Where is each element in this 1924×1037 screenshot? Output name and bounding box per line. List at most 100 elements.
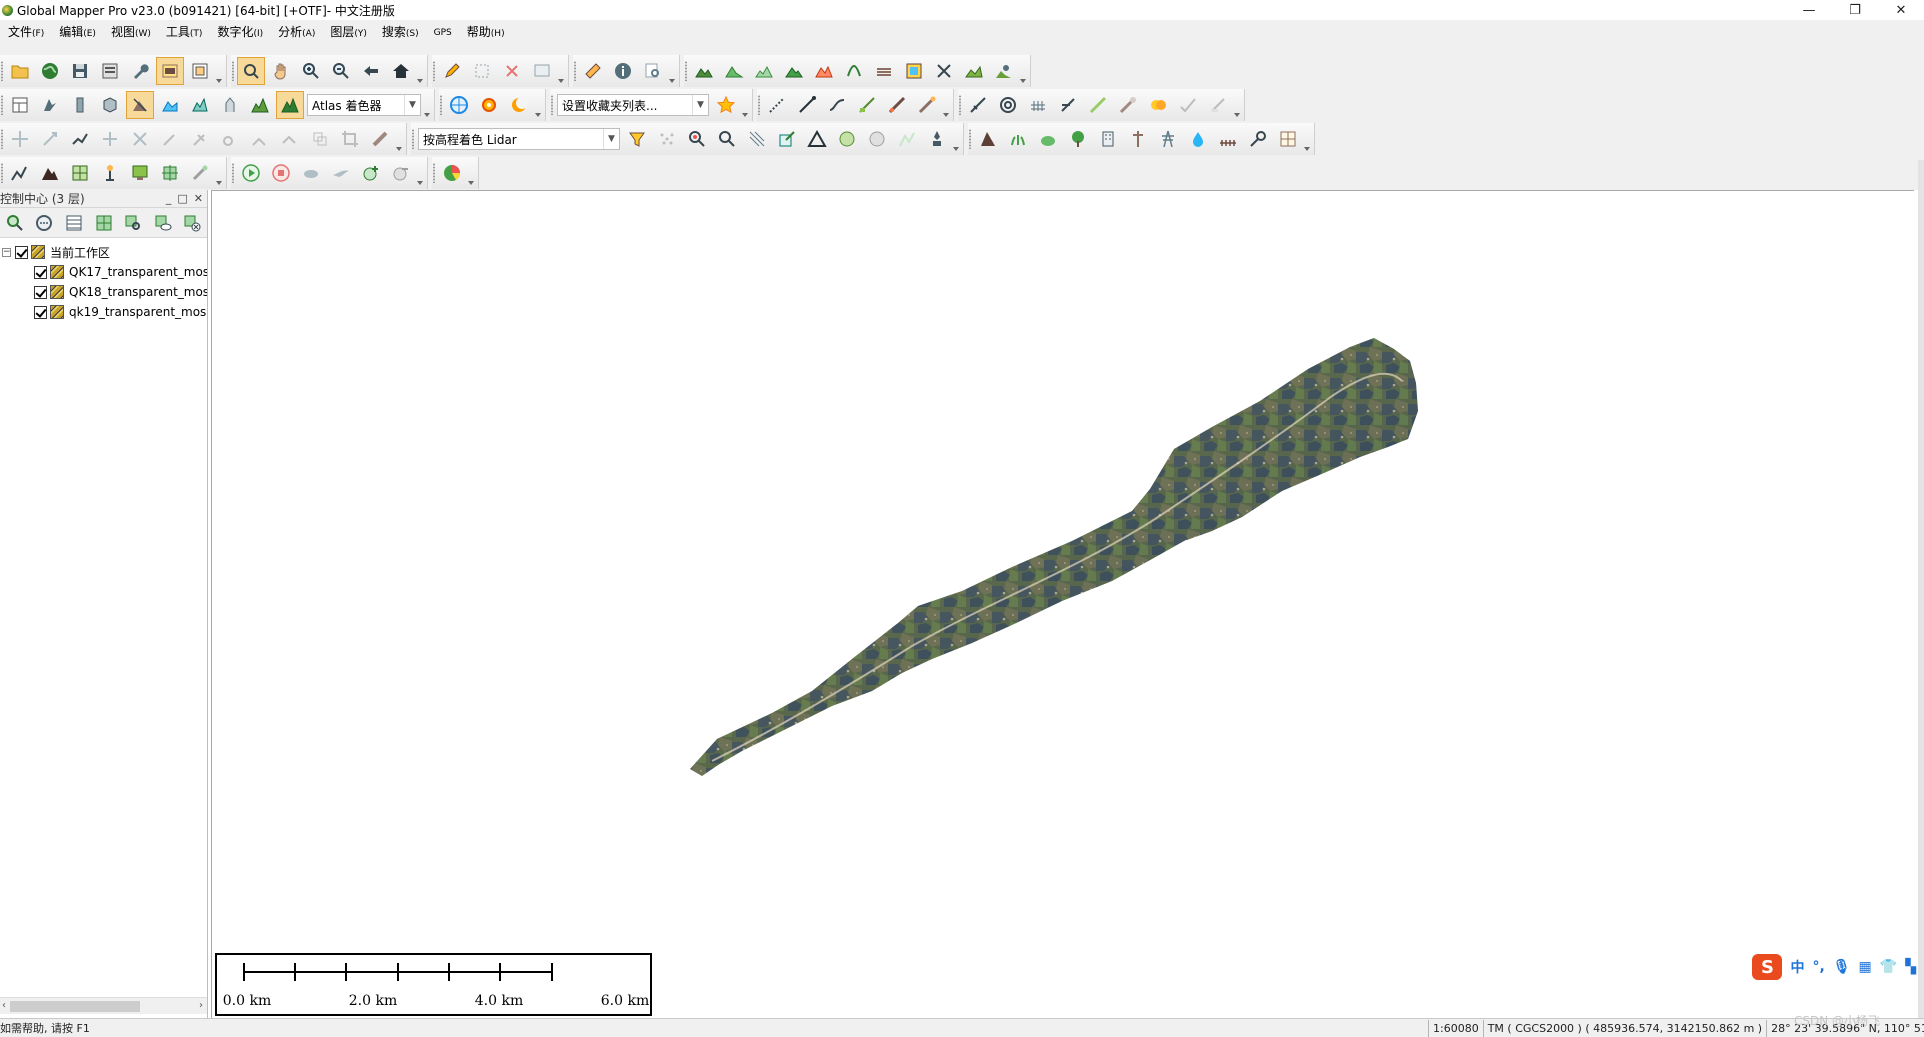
map-view[interactable]: 0.0 km 2.0 km 4.0 km 6.0 km: [211, 190, 1914, 1018]
terrain-profile-icon[interactable]: [690, 57, 718, 85]
skin-shirt-icon[interactable]: 👕: [1880, 959, 1897, 975]
toolbar-chevron[interactable]: [1303, 125, 1311, 153]
move-icon[interactable]: [6, 125, 34, 153]
contour-icon[interactable]: [840, 57, 868, 85]
building-icon[interactable]: [1094, 125, 1122, 153]
rail-icon[interactable]: [1214, 125, 1242, 153]
filter-icon[interactable]: [623, 125, 651, 153]
low-vegetation-icon[interactable]: [1004, 125, 1032, 153]
scroll-thumb[interactable]: [10, 1001, 140, 1012]
lidar-class-3-icon[interactable]: [893, 125, 921, 153]
toolbar-chevron[interactable]: [942, 91, 950, 119]
root-checkbox[interactable]: [15, 245, 28, 259]
layer-remove-icon[interactable]: [178, 209, 206, 237]
draw-line-icon[interactable]: [793, 91, 821, 119]
height-pin-icon[interactable]: [96, 159, 124, 187]
user-terrain-icon[interactable]: [990, 57, 1018, 85]
ime-language-toggle[interactable]: 中: [1790, 957, 1804, 977]
water-level-icon[interactable]: [156, 91, 184, 119]
lidar-color-select[interactable]: 按高程着色 Lidar ▼: [418, 128, 620, 150]
terrain-icon[interactable]: [780, 57, 808, 85]
zoom-in-icon[interactable]: [297, 57, 325, 85]
toolbar-chevron[interactable]: [1019, 57, 1027, 85]
toolbar-chevron[interactable]: [741, 91, 749, 119]
menu-edit[interactable]: 编辑(E): [59, 23, 96, 40]
favorites-select[interactable]: 设置收藏夹列表... ▼: [557, 94, 709, 116]
line-tool-3-icon[interactable]: [216, 125, 244, 153]
sun-light-icon[interactable]: [36, 91, 64, 119]
collapse-icon[interactable]: −: [2, 247, 11, 257]
save-icon[interactable]: [66, 57, 94, 85]
slow-turtle-icon[interactable]: [297, 159, 325, 187]
lidar-edit-icon[interactable]: [773, 125, 801, 153]
overview-icon[interactable]: [156, 57, 184, 85]
play-icon[interactable]: [237, 159, 265, 187]
layer-item[interactable]: qk19_transparent_mosaic: [0, 302, 207, 322]
line-tool-5-icon[interactable]: [276, 125, 304, 153]
scroll-left-icon[interactable]: ‹: [2, 1000, 6, 1011]
menu-layer[interactable]: 图层(Y): [330, 23, 367, 40]
target-icon[interactable]: [994, 91, 1022, 119]
ime-logo-icon[interactable]: S: [1752, 954, 1783, 980]
stop-icon[interactable]: [267, 159, 295, 187]
remove-waypoint-icon[interactable]: [387, 159, 415, 187]
ground-icon[interactable]: [974, 125, 1002, 153]
points-elevation-icon[interactable]: [6, 159, 34, 187]
microphone-icon[interactable]: 🎙: [1833, 959, 1851, 975]
panel-float-button[interactable]: □: [177, 192, 187, 205]
lidar-class-1-icon[interactable]: [833, 125, 861, 153]
workspace-icon[interactable]: [96, 57, 124, 85]
lighting-icon[interactable]: [216, 91, 244, 119]
power-tower-icon[interactable]: [1154, 125, 1182, 153]
grid-measure-icon[interactable]: [1024, 91, 1052, 119]
chevron-down-icon[interactable]: ▼: [404, 95, 420, 115]
layer-checkbox[interactable]: [34, 285, 47, 299]
minimize-button[interactable]: —: [1786, 0, 1832, 20]
edit-line-icon[interactable]: [883, 91, 911, 119]
menu-help[interactable]: 帮助(H): [467, 23, 505, 40]
menu-file[interactable]: 文件(F): [8, 23, 44, 40]
hillshade-toggle-icon[interactable]: [126, 91, 154, 119]
line-tool-4-icon[interactable]: [246, 125, 274, 153]
lidar-grid-icon[interactable]: [743, 125, 771, 153]
home-icon[interactable]: [387, 57, 415, 85]
ruler-icon[interactable]: [579, 57, 607, 85]
gear-icon[interactable]: [475, 91, 503, 119]
close-button[interactable]: ✕: [1878, 0, 1924, 20]
water-drop-icon[interactable]: [1184, 125, 1212, 153]
back-arrow-icon[interactable]: [357, 57, 385, 85]
menu-gps[interactable]: GPS: [434, 24, 452, 38]
zoom-to-layer-icon[interactable]: [1, 209, 29, 237]
crop-icon[interactable]: [336, 125, 364, 153]
pie-chart-icon[interactable]: [438, 159, 466, 187]
add-waypoint-icon[interactable]: [357, 159, 385, 187]
zoom-out-icon[interactable]: [327, 57, 355, 85]
panel-horizontal-scrollbar[interactable]: ‹ ›: [0, 997, 207, 1014]
star-icon[interactable]: [712, 91, 740, 119]
pan-hand-icon[interactable]: [267, 57, 295, 85]
mountain-icon[interactable]: [36, 159, 64, 187]
layer-checkbox[interactable]: [34, 305, 47, 319]
chevron-down-icon[interactable]: ▼: [692, 95, 708, 115]
delete-icon[interactable]: [498, 57, 526, 85]
globe-download-icon[interactable]: [36, 57, 64, 85]
smooth-line-icon[interactable]: [1084, 91, 1112, 119]
elevation-grid-icon[interactable]: [186, 91, 214, 119]
key-icon[interactable]: [1244, 125, 1272, 153]
layers-stack-icon[interactable]: [870, 57, 898, 85]
menu-tools[interactable]: 工具(T): [166, 23, 203, 40]
toolbar-chevron[interactable]: [557, 57, 565, 85]
pencil-icon[interactable]: [438, 57, 466, 85]
toolbar-chevron[interactable]: [423, 91, 431, 119]
fast-bird-icon[interactable]: [327, 159, 355, 187]
search-map-icon[interactable]: [639, 57, 667, 85]
toolbar-chevron[interactable]: [215, 159, 223, 187]
copy-shape-icon[interactable]: [306, 125, 334, 153]
point-cloud-icon[interactable]: [653, 125, 681, 153]
tree-icon[interactable]: [1064, 125, 1092, 153]
line-tool-1-icon[interactable]: [156, 125, 184, 153]
volume-icon[interactable]: [750, 57, 778, 85]
split-line-icon[interactable]: [1054, 91, 1082, 119]
draw-area-icon[interactable]: [853, 91, 881, 119]
overview-map-icon[interactable]: [186, 57, 214, 85]
